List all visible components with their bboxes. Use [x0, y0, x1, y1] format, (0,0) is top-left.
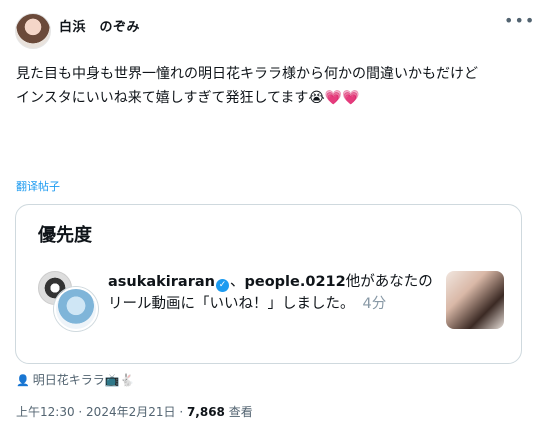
tweet-text: 見た目も中身も世界一憧れの明日花キララ様から何かの間違いかもだけど インスタにい…	[16, 62, 528, 110]
tweet-line-1: 見た目も中身も世界一憧れの明日花キララ様から何かの間違いかもだけど	[16, 66, 478, 82]
notification-text: asukakiraran ✓ 、people.0212他があなたのリール動画に「いい…	[108, 271, 438, 315]
post-meta: 上午12:30 · 2024年2月21日 · 7,868 查看	[16, 403, 253, 420]
notification-user-1: asukakiraran	[108, 274, 215, 290]
tagged-user-label: 明日花キララ📺🐇	[32, 373, 135, 387]
embedded-image-card[interactable]: 優先度 asukakiraran ✓ 、people.0212他があなたのリール動画…	[15, 204, 522, 364]
notification-avatar-2	[54, 287, 98, 331]
views-count: 7,868	[186, 405, 225, 419]
notification-time: 4分	[362, 296, 387, 312]
tagged-user[interactable]: 👤 明日花キララ📺🐇	[16, 371, 135, 388]
notification-user-2: people.0212	[244, 274, 346, 290]
post-time[interactable]: 上午12:30	[16, 405, 75, 419]
tweet-line-2: インスタにいいね来て嬉しすぎて発狂してます😭💗💗	[16, 90, 360, 106]
notification-separator: 、	[229, 274, 245, 290]
user-avatar[interactable]	[15, 13, 51, 49]
views-label: 查看	[224, 405, 253, 419]
reel-thumbnail	[446, 271, 504, 329]
post-date[interactable]: 2024年2月21日	[86, 405, 175, 419]
more-horizontal-icon[interactable]: •••	[504, 11, 535, 30]
meta-dot: ·	[74, 405, 87, 419]
card-title: 優先度	[38, 225, 92, 246]
verified-badge-icon: ✓	[215, 279, 229, 292]
display-name[interactable]: 白浜 のぞみ	[59, 16, 140, 35]
meta-dot-2: ·	[175, 405, 187, 419]
person-icon: 👤	[16, 374, 30, 387]
translate-post-link[interactable]: 翻译帖子	[16, 178, 60, 194]
